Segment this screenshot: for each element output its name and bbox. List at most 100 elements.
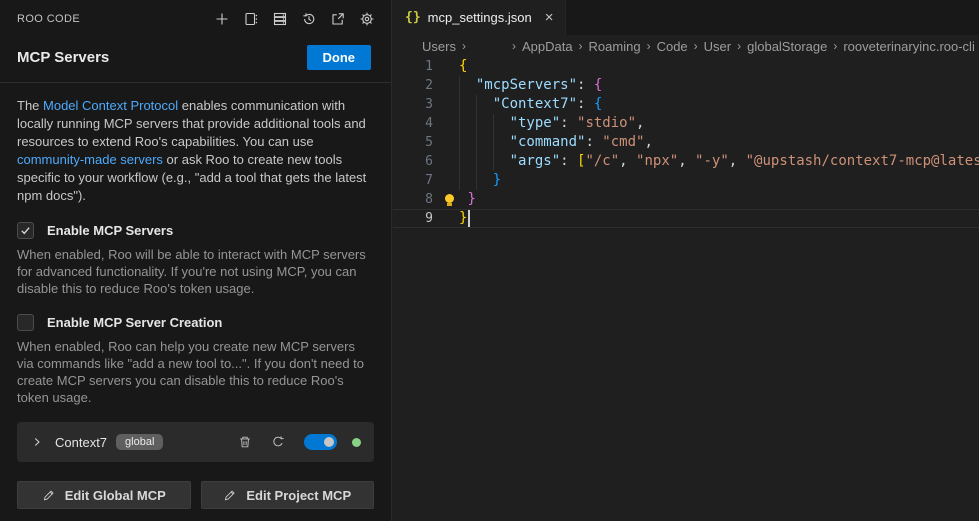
roo-code-sidebar: ROO CODE — [0, 0, 392, 521]
server-enabled-toggle[interactable] — [304, 434, 337, 450]
enable-mcp-creation-checkbox[interactable] — [17, 314, 34, 331]
toggle-knob — [324, 437, 334, 447]
breadcrumb-separator: › — [647, 39, 651, 53]
code-line: 2 "mcpServers": { — [393, 76, 979, 95]
code-token: : — [585, 134, 602, 150]
lightbulb-icon[interactable] — [445, 194, 454, 203]
line-number: 6 — [393, 152, 433, 171]
code-token: { — [594, 77, 602, 93]
editor-pane: {} mcp_settings.json × Users › › AppData › Ro… — [393, 0, 979, 521]
indent-guide — [459, 95, 460, 114]
code-line: 5 "command": "cmd", — [393, 133, 979, 152]
code-token: "mcpServers" — [476, 77, 577, 93]
code-token: "-y" — [695, 153, 729, 169]
intro-paragraph: The Model Context Protocol enables commu… — [17, 97, 374, 205]
indent-guide — [459, 114, 460, 133]
indent-guide — [493, 133, 494, 152]
code-token: : — [560, 115, 577, 131]
refresh-icon[interactable] — [271, 435, 285, 449]
code-token: "type" — [510, 115, 561, 131]
code-token: "cmd" — [602, 134, 644, 150]
indent-guide — [476, 114, 477, 133]
indent-guide — [459, 152, 460, 171]
code-token: "Context7" — [493, 96, 577, 112]
breadcrumb-item[interactable]: Roaming — [589, 39, 641, 54]
sidebar-toolbar — [212, 9, 377, 29]
line-content: "Context7": { — [459, 95, 602, 114]
code-token: "args" — [510, 153, 561, 169]
code-editor[interactable]: 1{2 "mcpServers": {3 "Context7": {4 "typ… — [393, 57, 979, 228]
edit-buttons-row: Edit Global MCP Edit Project MCP — [17, 481, 374, 509]
breadcrumb-item[interactable]: AppData — [522, 39, 573, 54]
enable-mcp-servers-label: Enable MCP Servers — [47, 223, 173, 238]
chevron-right-icon[interactable] — [30, 435, 44, 449]
code-token: "stdio" — [577, 115, 636, 131]
plus-icon[interactable] — [212, 9, 232, 29]
text-cursor — [468, 210, 470, 227]
breadcrumb-separator: › — [694, 39, 698, 53]
indent-guide — [459, 133, 460, 152]
open-external-icon[interactable] — [328, 9, 348, 29]
breadcrumb: Users››AppData›Roaming›Code›User›globalS… — [393, 35, 979, 57]
settings-content: The Model Context Protocol enables commu… — [0, 83, 391, 509]
line-content: } — [459, 209, 470, 228]
line-content: "mcpServers": { — [459, 76, 602, 95]
breadcrumb-item[interactable]: User — [704, 39, 731, 54]
line-number: 2 — [393, 76, 433, 95]
server-name: Context7 — [55, 435, 107, 450]
sidebar-header: ROO CODE — [0, 0, 391, 33]
json-file-icon: {} — [405, 10, 421, 25]
edit-global-mcp-label: Edit Global MCP — [65, 488, 166, 503]
code-token: { — [459, 58, 467, 74]
line-number: 8 — [393, 190, 433, 209]
indent-guide — [476, 171, 477, 190]
line-number: 4 — [393, 114, 433, 133]
breadcrumb-item[interactable]: globalStorage — [747, 39, 827, 54]
tab-filename: mcp_settings.json — [428, 10, 532, 25]
code-token: : — [560, 153, 577, 169]
indent-guide — [476, 152, 477, 171]
done-button[interactable]: Done — [307, 45, 372, 70]
community-made-servers-link[interactable]: community-made servers — [17, 152, 163, 167]
mcp-server-row-context7: Context7 global — [17, 422, 374, 462]
indent-guide — [459, 171, 460, 190]
breadcrumb-item[interactable]: Code — [657, 39, 688, 54]
line-number: 5 — [393, 133, 433, 152]
code-line: 1{ — [393, 57, 979, 76]
line-content: { — [459, 57, 467, 76]
server-icon[interactable] — [270, 9, 290, 29]
enable-mcp-servers-checkbox[interactable] — [17, 222, 34, 239]
notebook-icon[interactable] — [241, 9, 261, 29]
tab-mcp-settings-json[interactable]: {} mcp_settings.json × — [393, 0, 566, 35]
breadcrumb-item[interactable]: Users — [422, 39, 456, 54]
breadcrumb-separator: › — [512, 39, 516, 53]
indent-guide — [476, 133, 477, 152]
enable-mcp-creation-row: Enable MCP Server Creation — [17, 314, 374, 331]
edit-project-mcp-button[interactable]: Edit Project MCP — [201, 481, 375, 509]
code-line: 4 "type": "stdio", — [393, 114, 979, 133]
check-icon — [19, 224, 32, 237]
code-token: , — [636, 115, 644, 131]
code-token: , — [678, 153, 695, 169]
edit-global-mcp-button[interactable]: Edit Global MCP — [17, 481, 191, 509]
enable-mcp-creation-label: Enable MCP Server Creation — [47, 315, 222, 330]
page-header: MCP Servers Done — [0, 33, 391, 82]
gear-icon[interactable] — [357, 9, 377, 29]
trash-icon[interactable] — [238, 435, 252, 449]
enable-mcp-creation-description: When enabled, Roo can help you create ne… — [17, 338, 374, 406]
close-icon[interactable]: × — [545, 10, 554, 25]
model-context-protocol-link[interactable]: Model Context Protocol — [43, 98, 178, 113]
breadcrumb-separator: › — [737, 39, 741, 53]
pencil-icon — [42, 489, 55, 502]
enable-mcp-servers-row: Enable MCP Servers — [17, 222, 374, 239]
enable-mcp-servers-description: When enabled, Roo will be able to intera… — [17, 246, 374, 297]
server-scope-badge: global — [116, 434, 163, 450]
vscode-window: ROO CODE — [0, 0, 979, 521]
breadcrumb-item[interactable]: rooveterinaryinc.roo-cli — [843, 39, 975, 54]
breadcrumb-separator: › — [462, 39, 466, 53]
history-icon[interactable] — [299, 9, 319, 29]
code-token: { — [594, 96, 602, 112]
line-content: } — [459, 190, 476, 209]
line-number: 7 — [393, 171, 433, 190]
code-token: "command" — [510, 134, 586, 150]
